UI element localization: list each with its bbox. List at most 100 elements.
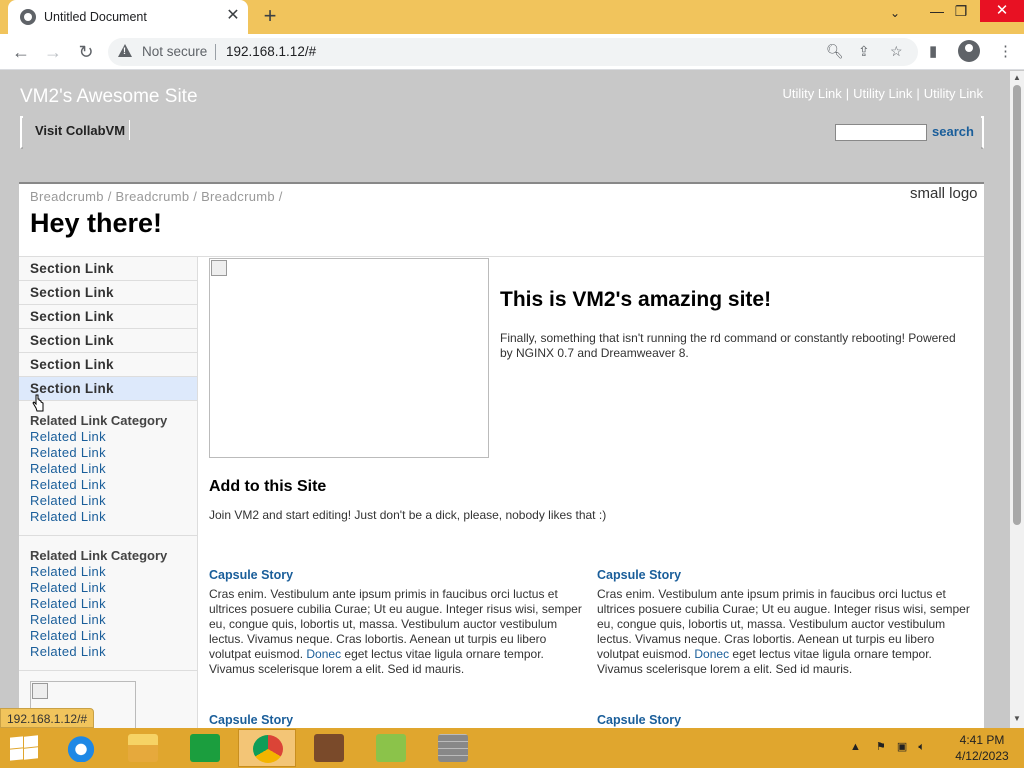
- section-link[interactable]: Section Link: [19, 353, 197, 377]
- related-link[interactable]: Related Link: [30, 493, 197, 509]
- related-link[interactable]: Related Link: [30, 580, 197, 596]
- photo-viewer-icon[interactable]: [300, 729, 358, 767]
- scroll-down-arrow-icon[interactable]: ▼: [1013, 714, 1021, 723]
- warning-icon[interactable]: [118, 44, 132, 57]
- tab-title: Untitled Document: [44, 10, 147, 24]
- system-tray: ▲ ⚑ ▣ 🔈︎: [850, 740, 925, 754]
- capsule-story-title[interactable]: Capsule Story: [209, 568, 584, 582]
- profile-avatar-icon[interactable]: [958, 40, 980, 62]
- browser-toolbar: ← → ↻ Not secure 192.168.1.12/# 🔍︎ ⇪ ☆ ▮…: [0, 34, 1024, 70]
- windows-taskbar: ▲ ⚑ ▣ 🔈︎ 4:41 PM 4/12/2023: [0, 728, 1024, 768]
- site-title: VM2's Awesome Site: [20, 86, 198, 107]
- related-link[interactable]: Related Link: [30, 644, 197, 660]
- main-column: This is VM2's amazing site! Finally, som…: [209, 257, 979, 728]
- notepad-chart-icon[interactable]: [362, 729, 420, 767]
- scrollbar-thumb[interactable]: [1013, 85, 1021, 525]
- volume-muted-icon[interactable]: 🔈︎: [918, 741, 925, 753]
- windows-start-icon[interactable]: [8, 735, 38, 761]
- url-text[interactable]: 192.168.1.12/#: [226, 44, 316, 59]
- browser-tab[interactable]: Untitled Document ✕: [8, 0, 248, 34]
- utility-links: Utility Link | Utility Link | Utility Link: [782, 86, 983, 101]
- utility-separator: |: [845, 86, 850, 101]
- menu-kebab-icon[interactable]: ⋮: [998, 42, 1013, 60]
- add-to-site-paragraph: Join VM2 and start editing! Just don't b…: [209, 508, 607, 522]
- capsule-story-title[interactable]: Capsule Story: [597, 568, 972, 582]
- search-input[interactable]: [835, 124, 927, 141]
- content-panel: Breadcrumb / Breadcrumb / Breadcrumb / H…: [19, 182, 984, 728]
- related-link[interactable]: Related Link: [30, 509, 197, 525]
- capsule-story-text: Cras enim. Vestibulum ante ipsum primis …: [209, 587, 584, 677]
- page-title: Hey there!: [30, 208, 163, 238]
- browser-title-bar: Untitled Document ✕ + ⌄ — ❐ ✕: [0, 0, 1024, 34]
- related-link-category: Related Link Category: [30, 548, 168, 563]
- forward-arrow-icon[interactable]: →: [41, 40, 65, 64]
- bookmark-star-icon[interactable]: ☆: [890, 43, 903, 60]
- share-icon[interactable]: ⇪: [858, 43, 870, 60]
- back-arrow-icon[interactable]: ←: [9, 40, 33, 64]
- clock-time: 4:41 PM: [959, 733, 1005, 747]
- related-link[interactable]: Related Link: [30, 564, 197, 580]
- file-explorer-icon[interactable]: [114, 729, 172, 767]
- related-link[interactable]: Related Link: [30, 596, 197, 612]
- hero-image-placeholder: [209, 258, 489, 458]
- section-link[interactable]: Section Link: [19, 329, 197, 353]
- tab-close-icon[interactable]: ✕: [224, 7, 242, 25]
- sidebar: Section Link Section Link Section Link S…: [19, 257, 198, 728]
- section-link[interactable]: Section Link: [19, 257, 197, 281]
- hero-heading: This is VM2's amazing site!: [500, 288, 772, 311]
- broken-image-icon: [32, 683, 48, 699]
- add-to-site-heading: Add to this Site: [209, 478, 327, 495]
- section-link[interactable]: Section Link: [19, 305, 197, 329]
- zoom-search-icon[interactable]: 🔍︎: [826, 43, 844, 60]
- security-label[interactable]: Not secure: [142, 44, 207, 59]
- tray-chevron-icon[interactable]: ▲: [850, 741, 861, 753]
- globe-icon: [20, 9, 36, 25]
- related-link[interactable]: Related Link: [30, 612, 197, 628]
- capsule-story: Capsule Story Cras enim. Vestibulum ante…: [597, 568, 972, 677]
- utility-link[interactable]: Utility Link: [853, 86, 912, 101]
- capsule-story: Capsule Story Cras enim. Vestibulum ante…: [209, 568, 584, 677]
- utility-link[interactable]: Utility Link: [924, 86, 983, 101]
- related-links-group: Related Link Category Related Link Relat…: [19, 536, 197, 671]
- related-link[interactable]: Related Link: [30, 445, 197, 461]
- related-links-group: Related Link Category Related Link Relat…: [19, 401, 197, 536]
- internet-explorer-icon[interactable]: [52, 729, 110, 767]
- action-center-flag-icon[interactable]: ⚑: [876, 741, 886, 753]
- close-window-button[interactable]: ✕: [980, 0, 1024, 22]
- network-icon[interactable]: ▣: [897, 741, 907, 753]
- search-button[interactable]: search: [932, 124, 974, 139]
- hand-cursor-icon: [32, 394, 44, 412]
- section-link[interactable]: Section Link: [19, 281, 197, 305]
- page-scrollbar[interactable]: ▲ ▼: [1010, 71, 1024, 728]
- related-link[interactable]: Related Link: [30, 477, 197, 493]
- utility-link[interactable]: Utility Link: [782, 86, 841, 101]
- nav-divider: [129, 120, 130, 140]
- capsule-inline-link[interactable]: Donec: [694, 647, 729, 661]
- side-panel-icon[interactable]: ▮: [929, 42, 937, 60]
- related-link[interactable]: Related Link: [30, 461, 197, 477]
- scroll-up-arrow-icon[interactable]: ▲: [1013, 73, 1021, 82]
- related-link[interactable]: Related Link: [30, 429, 197, 445]
- capsule-story-text: Cras enim. Vestibulum ante ipsum primis …: [597, 587, 972, 677]
- reload-icon[interactable]: ↻: [74, 40, 98, 64]
- chrome-icon[interactable]: [238, 729, 296, 767]
- address-bar[interactable]: Not secure 192.168.1.12/# 🔍︎ ⇪ ☆: [108, 38, 918, 66]
- capsule-story-title[interactable]: Capsule Story: [597, 713, 972, 727]
- capsule-inline-link[interactable]: Donec: [306, 647, 341, 661]
- hero-paragraph: Finally, something that isn't running th…: [500, 331, 956, 360]
- new-tab-button[interactable]: +: [258, 5, 282, 29]
- breadcrumb[interactable]: Breadcrumb / Breadcrumb / Breadcrumb /: [30, 189, 283, 204]
- maximize-button[interactable]: ❐: [944, 0, 978, 22]
- capsule-story-title[interactable]: Capsule Story: [209, 713, 584, 727]
- nav-right-bracket: [981, 116, 984, 149]
- utility-separator: |: [916, 86, 920, 101]
- store-icon[interactable]: [176, 729, 234, 767]
- section-link-hovered[interactable]: Section Link: [19, 377, 197, 401]
- tab-search-chevron-icon[interactable]: ⌄: [890, 6, 900, 20]
- visit-collabvm-link[interactable]: Visit CollabVM: [35, 123, 125, 138]
- related-link[interactable]: Related Link: [30, 628, 197, 644]
- firewall-icon[interactable]: [424, 729, 482, 767]
- omnibox-divider: [215, 44, 216, 60]
- broken-image-icon: [211, 260, 227, 276]
- taskbar-clock[interactable]: 4:41 PM 4/12/2023: [950, 732, 1014, 764]
